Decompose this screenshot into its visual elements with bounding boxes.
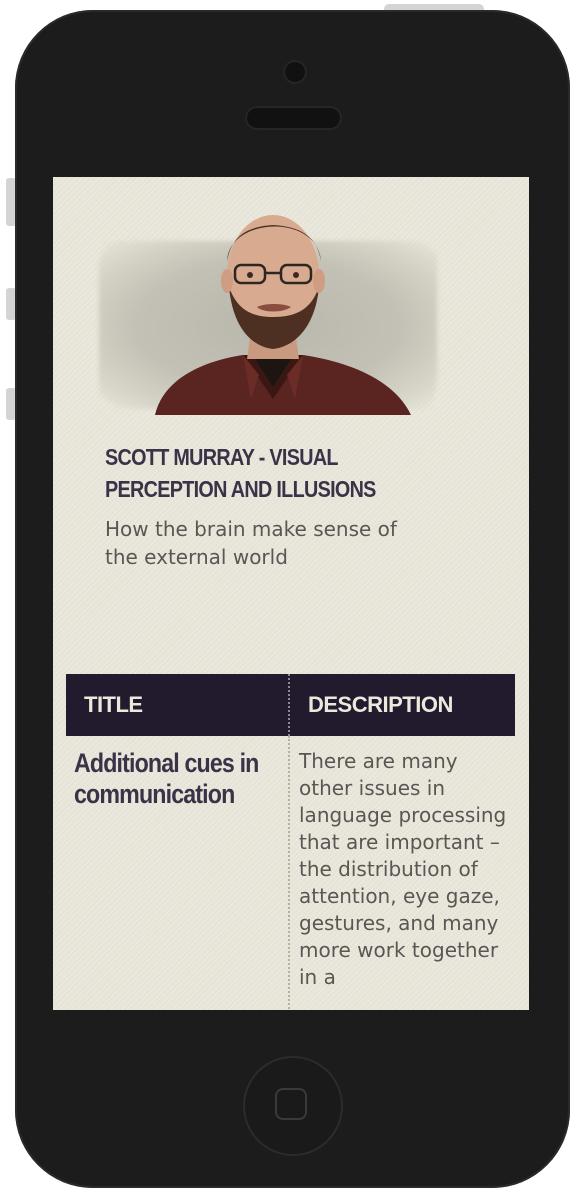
earpiece-speaker — [245, 106, 342, 130]
talk-subtitle: How the brain make sense of the external… — [105, 517, 397, 569]
row-title-text: Additional cues in communication — [74, 748, 259, 809]
speaker-photo — [93, 199, 443, 419]
front-camera — [283, 60, 307, 84]
speaker-portrait-image — [155, 215, 411, 415]
table-row: Additional cues in communication There a… — [66, 736, 515, 1010]
row-description-cell: There are many other issues in language … — [299, 749, 507, 989]
row-title-cell: Additional cues in communication — [66, 736, 290, 1010]
table-header-row: TITLE DESCRIPTION — [66, 674, 515, 736]
talk-title: SCOTT MURRAY - VISUAL PERCEPTION AND ILL… — [105, 444, 376, 502]
column-header-title[interactable]: TITLE — [66, 674, 290, 736]
phone-screen[interactable]: SCOTT MURRAY - VISUAL PERCEPTION AND ILL… — [53, 177, 529, 1010]
home-button-square-icon — [275, 1088, 307, 1120]
talk-info-table: TITLE DESCRIPTION Additional cues in com… — [66, 674, 515, 1010]
home-button[interactable] — [243, 1056, 343, 1156]
column-header-description[interactable]: DESCRIPTION — [290, 674, 515, 736]
